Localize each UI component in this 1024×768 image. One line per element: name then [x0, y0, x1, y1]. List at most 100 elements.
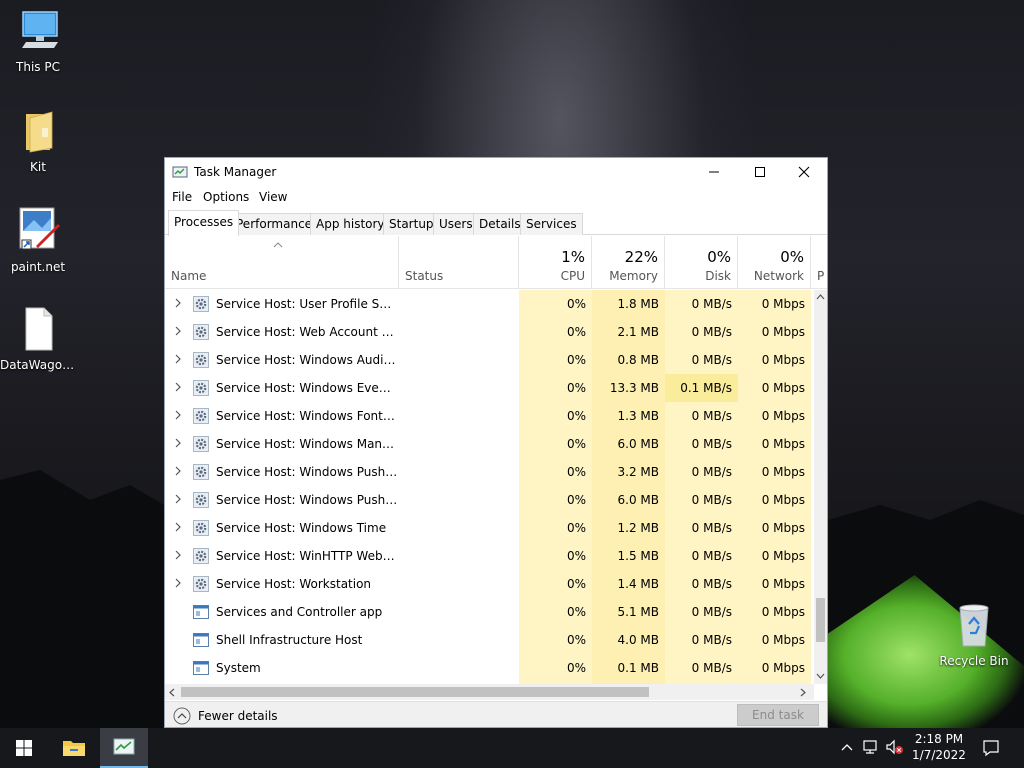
- volume-muted-icon[interactable]: [885, 739, 905, 755]
- gear-icon: [193, 408, 209, 424]
- process-cpu: 0%: [566, 381, 586, 395]
- process-memory: 1.3 MB: [617, 409, 659, 423]
- desktop-icon-this-pc[interactable]: This PC: [0, 8, 76, 74]
- table-row[interactable]: Service Host: Windows Manage... 0% 6.0 MB 0…: [165, 430, 815, 458]
- tab-app-history[interactable]: App history: [310, 213, 391, 235]
- process-network: 0 Mbps: [761, 437, 805, 451]
- menu-file[interactable]: File: [172, 190, 192, 204]
- table-row[interactable]: Service Host: Web Account Ma... 0% 2.1 MB 0…: [165, 318, 815, 346]
- table-row[interactable]: Service Host: Windows Font Ca... 0% 1.3 MB…: [165, 402, 815, 430]
- desktop-icon-kit[interactable]: Kit: [0, 108, 76, 174]
- desktop-icon-label: This PC: [16, 60, 60, 74]
- gear-icon: [193, 548, 209, 564]
- table-row[interactable]: Service Host: Windows Push No... 0% 3.2 MB…: [165, 458, 815, 486]
- column-label: Disk: [705, 269, 731, 283]
- maximize-button[interactable]: [737, 158, 783, 186]
- table-row[interactable]: Shell Infrastructure Host 0% 4.0 MB 0 MB/s 0…: [165, 626, 815, 654]
- table-row[interactable]: System 0% 0.1 MB 0 MB/s 0 Mbps: [165, 654, 815, 682]
- vertical-scroll-thumb[interactable]: [816, 598, 825, 642]
- table-row[interactable]: Service Host: Workstation 0% 1.4 MB 0 MB/s 0…: [165, 570, 815, 598]
- process-disk: 0.1 MB/s: [680, 381, 732, 395]
- tab-details[interactable]: Details: [473, 213, 527, 235]
- chevron-right-icon[interactable]: [174, 493, 182, 505]
- tab-services[interactable]: Services: [520, 213, 583, 235]
- table-row[interactable]: Service Host: Windows Time 0% 1.2 MB 0 MB/s…: [165, 514, 815, 542]
- table-row[interactable]: Service Host: Windows Event Log 0% 13.3 MB…: [165, 374, 815, 402]
- chevron-right-icon[interactable]: [174, 465, 182, 477]
- process-memory: 6.0 MB: [617, 493, 659, 507]
- end-task-button[interactable]: End task: [737, 704, 819, 726]
- chevron-right-icon[interactable]: [174, 409, 182, 421]
- process-disk: 0 MB/s: [691, 577, 732, 591]
- notification-icon[interactable]: [982, 739, 1000, 757]
- table-row[interactable]: Service Host: Windows Push No... 0% 6.0 MB…: [165, 486, 815, 514]
- chevron-right-icon[interactable]: [174, 549, 182, 561]
- desktop-icon-paintnet[interactable]: paint.net: [0, 206, 76, 274]
- menu-options[interactable]: Options: [203, 190, 249, 204]
- scroll-left-icon[interactable]: [169, 688, 175, 697]
- column-label: P: [817, 269, 825, 283]
- column-label: Name: [171, 269, 207, 283]
- chevron-right-icon[interactable]: [174, 381, 182, 393]
- tab-users[interactable]: Users: [433, 213, 479, 235]
- column-header-power[interactable]: P: [811, 236, 827, 289]
- recycle-bin-icon: [959, 604, 989, 647]
- column-header-network[interactable]: 0% Network: [738, 236, 811, 289]
- chevron-right-icon[interactable]: [174, 521, 182, 533]
- horizontal-scrollbar[interactable]: [165, 684, 814, 700]
- column-label: Memory: [609, 269, 658, 283]
- process-name: Services and Controller app: [216, 605, 383, 619]
- menu-view[interactable]: View: [259, 190, 287, 204]
- tab-performance[interactable]: Performance: [230, 213, 319, 235]
- sort-ascending-icon: [273, 242, 283, 248]
- table-row[interactable]: Services and Controller app 0% 5.1 MB 0 MB/…: [165, 598, 815, 626]
- window-title: Task Manager: [194, 165, 277, 179]
- process-memory: 3.2 MB: [617, 465, 659, 479]
- desktop-icon-recycle-bin[interactable]: Recycle Bin: [936, 602, 1012, 668]
- chevron-right-icon[interactable]: [174, 577, 182, 589]
- tab-startup[interactable]: Startup: [383, 213, 440, 235]
- scroll-up-icon[interactable]: [816, 294, 825, 300]
- cpu-total: 1%: [561, 248, 585, 266]
- desktop-icon-label: Recycle Bin: [939, 654, 1009, 668]
- table-row[interactable]: Service Host: User Profile Service 0% 1.8 …: [165, 290, 815, 318]
- process-memory: 0.1 MB: [617, 661, 659, 675]
- tab-processes[interactable]: Processes: [168, 210, 240, 236]
- column-header-memory[interactable]: 22% Memory: [592, 236, 665, 289]
- process-disk: 0 MB/s: [691, 437, 732, 451]
- table-row[interactable]: Service Host: Windows Audio E... 0% 0.8 MB…: [165, 346, 815, 374]
- chevron-right-icon[interactable]: [174, 297, 182, 309]
- folder-icon: [26, 111, 53, 153]
- chevron-right-icon[interactable]: [174, 353, 182, 365]
- fewer-details-button[interactable]: Fewer details: [173, 707, 278, 725]
- scroll-down-icon[interactable]: [816, 673, 825, 679]
- process-cpu: 0%: [566, 577, 586, 591]
- close-button[interactable]: [781, 158, 827, 186]
- system-clock[interactable]: 2:18 PM 1/7/2022: [908, 731, 970, 763]
- taskbar-task-manager[interactable]: [100, 728, 148, 768]
- start-button[interactable]: [0, 728, 48, 768]
- taskbar-file-explorer[interactable]: [50, 728, 98, 768]
- scroll-right-icon[interactable]: [800, 688, 806, 697]
- minimize-button[interactable]: [691, 158, 737, 186]
- desktop-icon-datawagon[interactable]: DataWagon...: [0, 306, 76, 372]
- vertical-scrollbar[interactable]: [814, 290, 827, 684]
- column-header-name[interactable]: Name: [165, 236, 399, 289]
- memory-total: 22%: [624, 248, 658, 266]
- process-disk: 0 MB/s: [691, 633, 732, 647]
- task-manager-icon: [113, 738, 135, 755]
- horizontal-scroll-thumb[interactable]: [181, 687, 649, 697]
- column-label: Status: [405, 269, 444, 283]
- column-header-disk[interactable]: 0% Disk: [665, 236, 738, 289]
- process-cpu: 0%: [566, 465, 586, 479]
- chevron-right-icon[interactable]: [174, 325, 182, 337]
- chevron-right-icon[interactable]: [174, 437, 182, 449]
- chevron-up-icon[interactable]: [840, 740, 854, 754]
- column-header-status[interactable]: Status: [399, 236, 519, 289]
- table-row[interactable]: Service Host: WinHTTP Web Pro... 0% 1.5 MB…: [165, 542, 815, 570]
- process-cpu: 0%: [566, 521, 586, 535]
- column-header-cpu[interactable]: 1% CPU: [519, 236, 592, 289]
- process-memory: 13.3 MB: [609, 381, 659, 395]
- title-bar[interactable]: Task Manager: [165, 158, 827, 186]
- network-icon[interactable]: [862, 739, 880, 755]
